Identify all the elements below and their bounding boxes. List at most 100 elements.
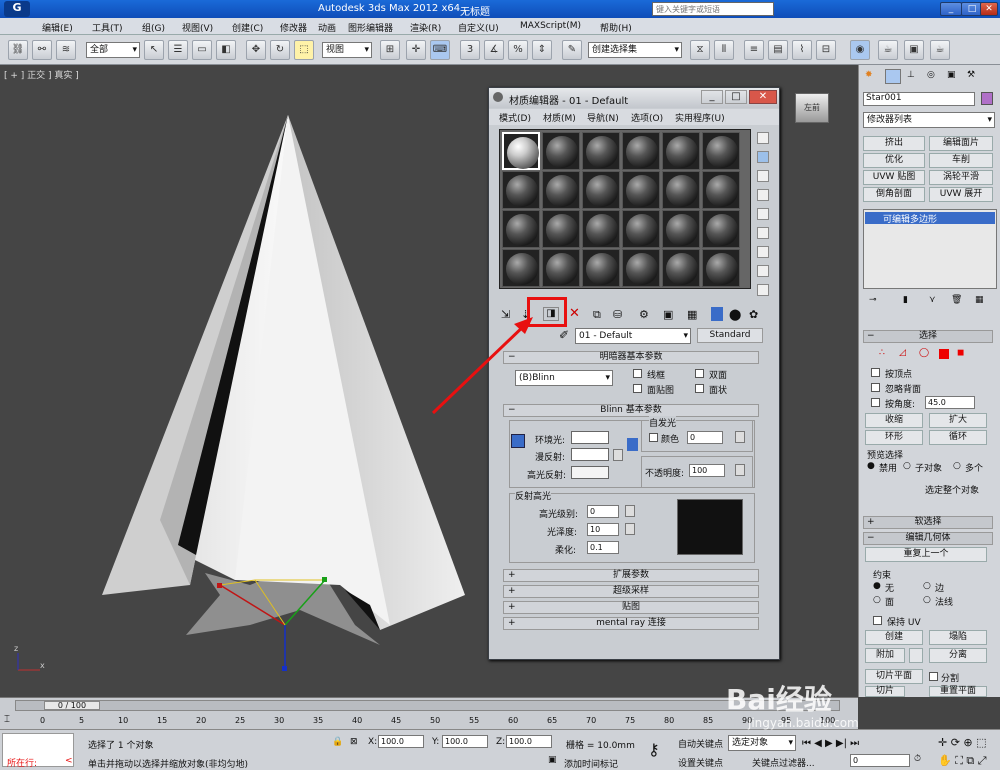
make-unique-icon[interactable]: ⧉ [593, 308, 601, 322]
preview-off-radio[interactable]: ● [867, 461, 875, 471]
material-sample-slot[interactable] [582, 210, 620, 248]
make-unique-stack-icon[interactable]: ⋎ [929, 295, 936, 305]
attach-button[interactable]: 附加 [865, 648, 905, 663]
edit-named-sel-icon[interactable]: ✎ [562, 40, 582, 60]
eyedropper-icon[interactable]: ✐ [559, 328, 569, 342]
material-type-button[interactable]: Standard [697, 328, 763, 343]
snaps-toggle-icon[interactable]: 3 [460, 40, 480, 60]
unwrap-uvw-button[interactable]: UVW 展开 [929, 187, 993, 202]
x-coord-field[interactable]: 100.0 [378, 735, 424, 748]
y-coord-field[interactable]: 100.0 [442, 735, 488, 748]
lock-diffuse-icon[interactable] [627, 438, 638, 451]
self-illum-map-button[interactable] [735, 431, 745, 443]
optimize-button[interactable]: 优化 [863, 153, 925, 168]
ring-button[interactable]: 环形 [865, 430, 923, 445]
named-selection-dropdown[interactable]: 创建选择集 [588, 42, 682, 58]
rollout-mental-ray[interactable]: + mental ray 连接 [503, 617, 759, 630]
options-icon[interactable] [757, 246, 769, 258]
material-sample-slot[interactable] [582, 171, 620, 209]
select-by-name-icon[interactable]: ☰ [168, 40, 188, 60]
auto-key-button[interactable]: 自动关键点 [678, 737, 723, 750]
mated-menu-options[interactable]: 选项(O) [631, 111, 663, 124]
by-angle-checkbox[interactable] [871, 398, 880, 407]
opacity-spinner[interactable]: 100 [689, 464, 725, 477]
menu-group[interactable]: 组(G) [142, 21, 165, 34]
go-forward-sibling-icon[interactable]: ⬤ [729, 308, 741, 321]
menu-customize[interactable]: 自定义(U) [458, 21, 499, 34]
self-illum-color-checkbox[interactable] [649, 433, 658, 442]
rotate-icon[interactable]: ↻ [270, 40, 290, 60]
bevel-profile-button[interactable]: 倒角剖面 [863, 187, 925, 202]
minimize-icon[interactable]: _ [940, 2, 962, 16]
collapse-button[interactable]: 塌陷 [929, 630, 987, 645]
menu-create[interactable]: 创建(C) [232, 21, 263, 34]
constraint-edge-radio[interactable]: ○ [923, 581, 931, 591]
slice-button[interactable]: 切片 [865, 686, 905, 697]
select-by-material-icon[interactable] [757, 265, 769, 277]
rollout-extended-params[interactable]: + 扩展参数 [503, 569, 759, 582]
time-slider[interactable]: 0 / 100 [15, 700, 840, 711]
rollout-supersampling[interactable]: + 超级采样 [503, 585, 759, 598]
constraint-none-radio[interactable]: ● [873, 581, 881, 591]
spinner-snap-icon[interactable]: ⇕ [532, 40, 552, 60]
slice-plane-button[interactable]: 切片平面 [865, 669, 923, 684]
search-input[interactable]: 键入关键字或短语 [652, 2, 774, 16]
specular-swatch[interactable] [571, 466, 609, 479]
time-config-icon[interactable]: ⏱ [914, 754, 921, 764]
scale-icon[interactable]: ⬚ [294, 40, 314, 60]
material-sample-slot[interactable] [542, 249, 580, 287]
bind-spacewarp-icon[interactable]: ≋ [56, 40, 76, 60]
viewport-nav-controls[interactable]: ✛ ⟳ ⊕ ⬚ [938, 736, 987, 749]
material-editor-titlebar[interactable]: 材质编辑器 - 01 - Default _ □ ✕ [489, 88, 779, 108]
polygon-mode-icon[interactable] [939, 349, 949, 359]
material-options-icon[interactable]: ✿ [749, 308, 758, 321]
lock-ambient-icon[interactable] [511, 434, 525, 448]
key-target-dropdown[interactable]: 选定对象 [728, 735, 796, 751]
keyboard-shortcut-icon[interactable]: ⌨ [430, 40, 450, 60]
wire-checkbox[interactable] [633, 369, 642, 378]
playback-controls[interactable]: ⏮ ◀ ▶ ▶| ⏭ [802, 738, 859, 749]
modify-tab-icon[interactable] [885, 69, 901, 84]
abs-mode-icon[interactable]: ⊠ [350, 737, 358, 747]
rendered-frame-icon[interactable]: ▣ [904, 40, 924, 60]
render-production-icon[interactable]: ☕ [930, 40, 950, 60]
video-color-icon[interactable] [757, 208, 769, 220]
ref-coord-dropdown[interactable]: 视图 [322, 42, 372, 58]
pin-stack-icon[interactable]: ⊸ [869, 295, 877, 305]
background-icon[interactable] [757, 170, 769, 182]
border-mode-icon[interactable]: ◯ [919, 348, 929, 358]
material-sample-slot[interactable] [582, 249, 620, 287]
two-sided-checkbox[interactable] [695, 369, 704, 378]
material-sample-slot[interactable] [622, 132, 660, 170]
ambient-swatch[interactable] [571, 431, 609, 444]
rollout-selection[interactable]: − 选择 [863, 330, 993, 343]
material-sample-slot[interactable] [542, 171, 580, 209]
material-sample-slot[interactable] [502, 210, 540, 248]
material-sample-slot[interactable] [502, 171, 540, 209]
material-name-field[interactable]: 01 - Default [575, 328, 691, 344]
menu-rendering[interactable]: 渲染(R) [410, 21, 441, 34]
mated-close-icon[interactable]: ✕ [749, 90, 777, 104]
time-slider-thumb[interactable]: 0 / 100 [44, 701, 100, 710]
vertex-mode-icon[interactable]: ∴ [879, 348, 885, 358]
menu-tools[interactable]: 工具(T) [92, 21, 123, 34]
close-icon[interactable]: ✕ [980, 2, 998, 16]
mated-minimize-icon[interactable]: _ [701, 90, 723, 104]
timeline-ticks[interactable]: 0 5 10 15 20 25 30 35 40 45 50 55 60 65 70 75 80 85 90 95 10… [40, 714, 840, 728]
material-sample-slot[interactable] [662, 210, 700, 248]
extrude-button[interactable]: 挤出 [863, 136, 925, 151]
material-sample-slot[interactable] [702, 132, 740, 170]
menu-maxscript[interactable]: MAXScript(M) [520, 21, 581, 31]
show-end-result-icon[interactable]: ▦ [687, 308, 697, 321]
material-sample-slot[interactable] [702, 249, 740, 287]
set-key-button[interactable]: 设置关键点 [678, 756, 723, 769]
menu-animation[interactable]: 动画 [318, 21, 336, 34]
map-navigator-icon[interactable] [757, 284, 769, 296]
menu-graph-editors[interactable]: 图形编辑器 [348, 21, 393, 34]
rect-region-icon[interactable]: ▭ [192, 40, 212, 60]
stack-item-editable-poly[interactable]: 可编辑多边形 [865, 212, 995, 225]
motion-tab-icon[interactable]: ◎ [927, 70, 935, 80]
material-sample-slot[interactable] [542, 210, 580, 248]
mirror-icon[interactable]: ⧖ [690, 40, 710, 60]
select-object-icon[interactable]: ↖ [144, 40, 164, 60]
